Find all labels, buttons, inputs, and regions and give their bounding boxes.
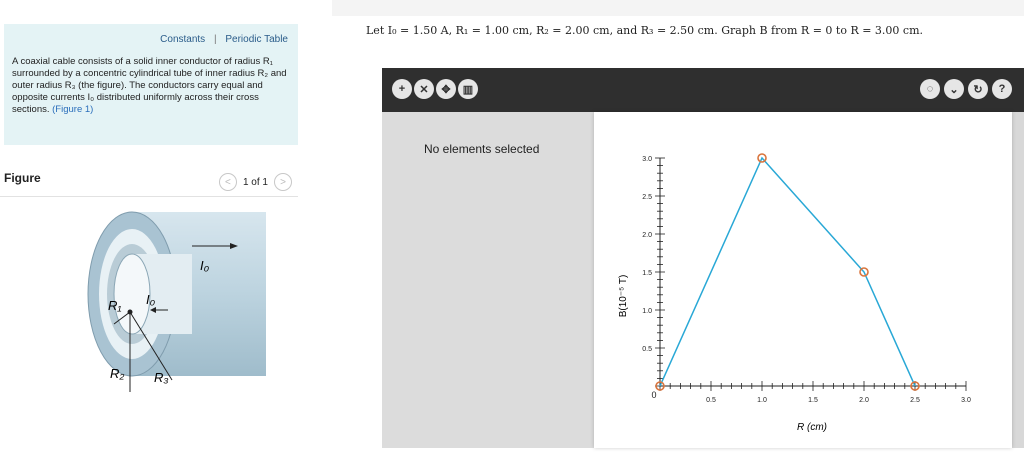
periodic-table-link[interactable]: Periodic Table (225, 34, 288, 45)
graphing-tool: + ✕ ✥ ▥ ◌ ⌄ ↻ ? No elements selected 0 0.… (382, 68, 1024, 448)
y-tick-label: 2.5 (642, 194, 652, 201)
prev-figure-button[interactable]: < (218, 173, 237, 191)
figure-header: Figure < 1 of 1 > (0, 168, 298, 197)
next-figure-button[interactable]: > (274, 173, 292, 191)
trash-icon[interactable]: ▥ (458, 79, 478, 99)
x-tick-label: 3.0 (961, 397, 971, 404)
x-tick-label: 2.5 (910, 397, 920, 404)
i0-label-top: I₀ (200, 258, 210, 273)
add-icon[interactable]: + (392, 79, 412, 99)
chevron-down-icon[interactable]: ⌄ (944, 79, 964, 99)
x-axis-label: R (cm) (797, 422, 827, 433)
question-text: Let I₀ = 1.50 A, R₁ = 1.00 cm, R₂ = 2.00… (366, 24, 924, 37)
link-separator: | (213, 34, 217, 45)
r2-label: R₂ (110, 366, 124, 381)
selection-status: No elements selected (424, 142, 540, 156)
x-tick-label: 0.5 (706, 397, 716, 404)
x-tick-label: 1.0 (757, 397, 767, 404)
selection-panel: No elements selected (382, 112, 594, 448)
y-tick-label: 1.0 (642, 308, 652, 315)
inner-conductor-end (113, 253, 151, 335)
constants-link[interactable]: Constants (160, 34, 205, 45)
answer-panel: Let I₀ = 1.50 A, R₁ = 1.00 cm, R₂ = 2.00… (332, 0, 1024, 448)
y-axis-label: B(10⁻⁵ T) (618, 275, 629, 318)
i0-label-inner: I₀ (146, 292, 156, 307)
graph-toolbar: + ✕ ✥ ▥ ◌ ⌄ ↻ ? (382, 68, 1024, 112)
y-tick-label: 0.5 (642, 346, 652, 353)
figure-pager: < 1 of 1 > (218, 173, 292, 191)
coaxial-cable-figure: I₀ I₀ R₁ R₂ R₃ (87, 211, 266, 392)
toolbar-left-group: + ✕ ✥ ▥ (392, 79, 478, 99)
cross-tool-icon[interactable]: ✕ (414, 79, 434, 99)
r3-label: R₃ (154, 370, 169, 385)
plot-card: 0 0.5 1.0 1.5 2.0 2.5 3.0 0.5 1.0 1.5 2.0 2.5 3.0 R … (594, 112, 1012, 448)
move-tool-icon[interactable]: ✥ (436, 79, 456, 99)
b-field-curve[interactable] (659, 156, 916, 387)
reset-icon[interactable]: ↻ (968, 79, 988, 99)
y-tick-label: 1.5 (642, 270, 652, 277)
figure-title: Figure (4, 171, 41, 185)
x-tick-label: 0 (651, 390, 656, 400)
chart-axes: 0 0.5 1.0 1.5 2.0 2.5 3.0 0.5 1.0 1.5 2.0 2.5 3.0 (642, 156, 971, 404)
problem-panel: Constants | Periodic Table A coaxial cab… (0, 0, 310, 448)
problem-description-box: Constants | Periodic Table A coaxial cab… (4, 24, 298, 145)
x-tick-label: 2.0 (859, 397, 869, 404)
help-icon[interactable]: ? (992, 79, 1012, 99)
reference-links: Constants | Periodic Table (160, 34, 288, 45)
y-tick-label: 2.0 (642, 232, 652, 239)
x-tick-label: 1.5 (808, 397, 818, 404)
toolbar-right-group: ◌ ⌄ ↻ ? (920, 79, 1012, 99)
figure-page-count: 1 of 1 (242, 176, 268, 188)
b-field-graph[interactable]: 0 0.5 1.0 1.5 2.0 2.5 3.0 0.5 1.0 1.5 2.0 2.5 3.0 R … (594, 112, 1012, 448)
y-tick-label: 3.0 (642, 156, 652, 163)
problem-text: A coaxial cable consists of a solid inne… (12, 56, 292, 116)
figure-link[interactable]: (Figure 1) (52, 104, 93, 115)
top-bar (332, 0, 1024, 16)
hint-icon[interactable]: ◌ (920, 79, 940, 99)
r1-label: R₁ (108, 298, 122, 313)
chart-series[interactable] (655, 153, 920, 391)
